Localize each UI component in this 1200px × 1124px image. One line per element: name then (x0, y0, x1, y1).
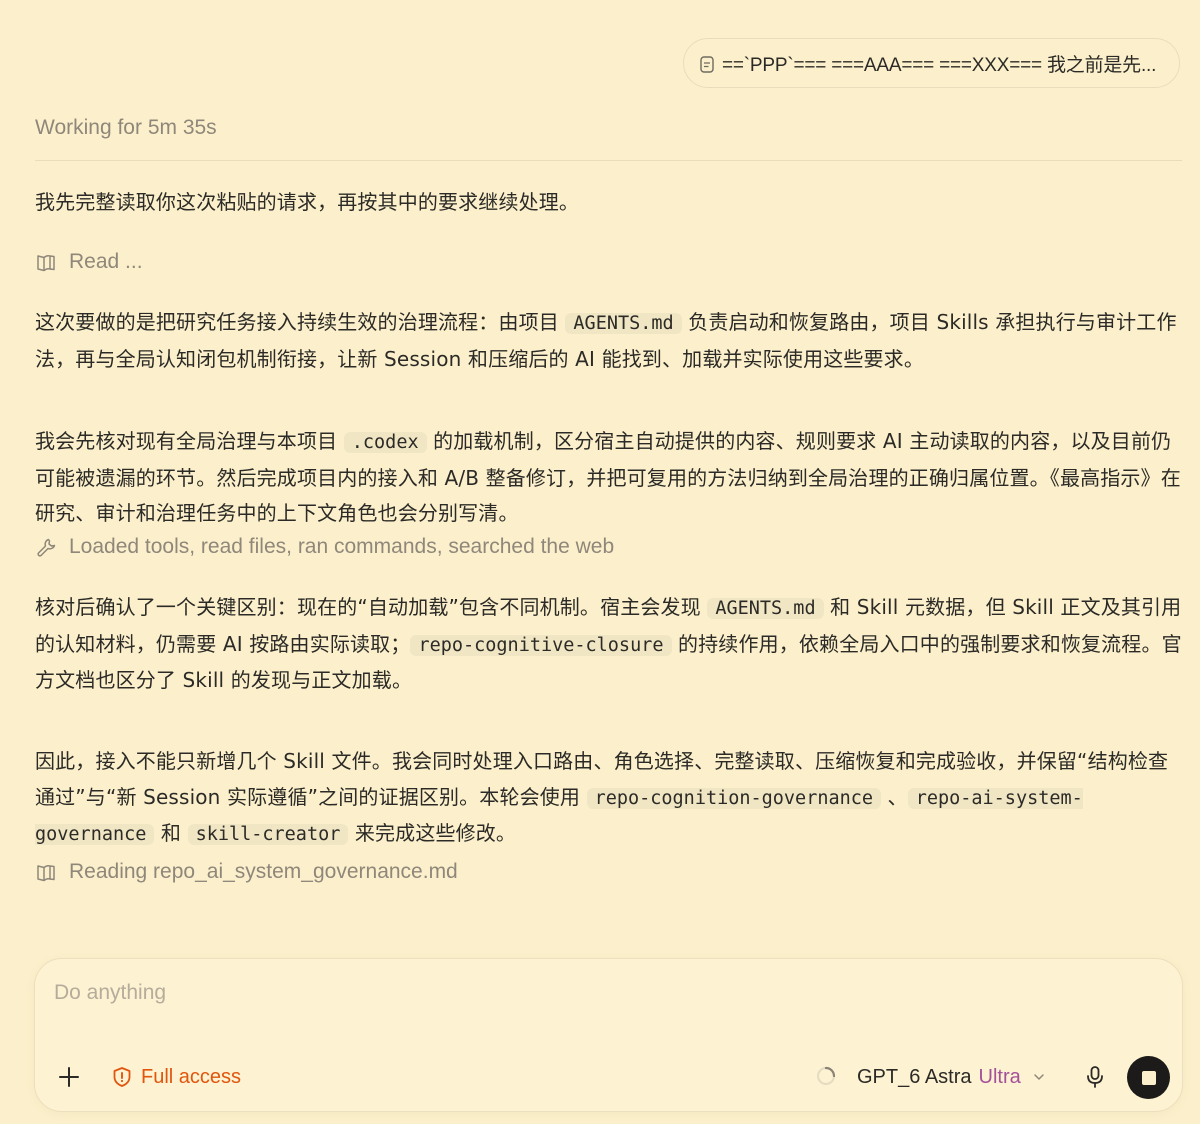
text-run: 这次要做的是把研究任务接入持续生效的治理流程：由项目 (35, 310, 566, 334)
alert-shield-icon (113, 1067, 131, 1087)
prompt-input[interactable]: Do anything (54, 981, 166, 1005)
text-run: 我会先核对现有全局治理与本项目 (35, 429, 344, 453)
inline-code: AGENTS.md (707, 598, 824, 619)
assistant-paragraph: 我会先核对现有全局治理与本项目 .codex 的加载机制，区分宿主自动提供的内容… (35, 424, 1182, 532)
inline-code: .codex (343, 432, 427, 453)
text-run: 核对后确认了一个关键区别：现在的“自动加载”包含不同机制。宿主会发现 (35, 595, 708, 619)
tools-action-label: Loaded tools, read files, ran commands, … (69, 535, 615, 558)
read-action-label: Read ... (69, 250, 143, 273)
scroll-fade (0, 880, 1200, 960)
assistant-paragraph: 这次要做的是把研究任务接入持续生效的治理流程：由项目 AGENTS.md 负责启… (35, 305, 1182, 377)
stop-button[interactable] (1127, 1056, 1170, 1099)
composer[interactable]: Do anything Full access GPT_6 Astra Ultr… (34, 958, 1183, 1112)
document-icon (700, 55, 714, 73)
model-selector[interactable]: GPT_6 Astra Ultra (857, 1063, 1045, 1091)
text-run: 、 (881, 784, 908, 809)
stop-icon (1141, 1070, 1156, 1085)
user-message-chip[interactable]: ==`PPP`=== ===AAA=== ===XXX=== 我之前是先... (683, 38, 1180, 88)
divider (35, 160, 1182, 161)
inline-code: repo-cognition-governance (586, 787, 882, 809)
assistant-paragraph: 因此，接入不能只新增几个 Skill 文件。我会同时处理入口路由、角色选择、完整… (35, 744, 1182, 853)
text-run: 来完成这些修改。 (348, 821, 517, 845)
working-status[interactable]: Working for 5m 35s (35, 116, 217, 140)
wrench-icon (37, 538, 56, 557)
inline-code: skill-creator (187, 824, 349, 845)
tools-action[interactable]: Loaded tools, read files, ran commands, … (35, 532, 1182, 562)
read-action[interactable]: Read ... (35, 247, 1182, 277)
book-open-icon (37, 254, 55, 272)
add-attachment-button[interactable] (55, 1063, 83, 1091)
chevron-down-icon (1033, 1074, 1044, 1080)
loading-spinner-icon (816, 1066, 836, 1086)
model-name: GPT_6 Astra (857, 1065, 972, 1088)
access-mode-button[interactable]: Full access (111, 1063, 241, 1091)
plus-icon (59, 1067, 79, 1087)
text-run: 和 (154, 821, 188, 845)
model-variant: Ultra (978, 1065, 1021, 1088)
inline-code: AGENTS.md (565, 313, 682, 334)
inline-code: repo-cognitive-closure (410, 634, 672, 656)
user-message-preview: ==`PPP`=== ===AAA=== ===XXX=== 我之前是先... (722, 54, 1157, 76)
microphone-button[interactable] (1081, 1063, 1109, 1091)
access-mode-label: Full access (141, 1065, 242, 1088)
assistant-paragraph: 核对后确认了一个关键区别：现在的“自动加载”包含不同机制。宿主会发现 AGENT… (35, 590, 1182, 699)
microphone-icon (1087, 1066, 1103, 1088)
assistant-paragraph: 我先完整读取你这次粘贴的请求，再按其中的要求继续处理。 (35, 190, 580, 214)
